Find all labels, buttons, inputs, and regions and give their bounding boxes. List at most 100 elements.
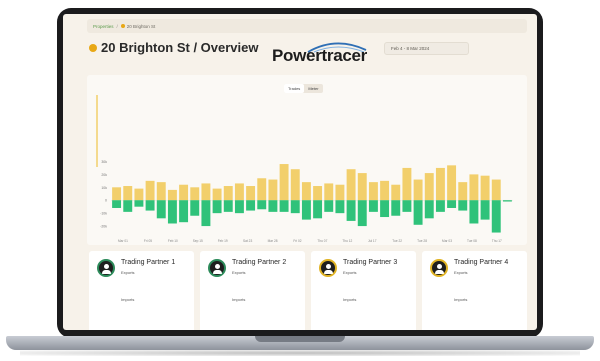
bar-negative	[279, 200, 289, 212]
bar-positive	[469, 174, 479, 201]
bar-positive	[167, 189, 177, 201]
bar-negative	[290, 200, 300, 214]
trading-partner-card-2[interactable]: Trading Partner 2 Exports Imports	[200, 251, 305, 330]
trades-bar-chart: 30k 20k 10k 0 -10k -20k Mar 01 Fri 05 Feb 10 Sep …	[96, 95, 513, 243]
imports-label: Imports	[121, 297, 135, 302]
bar-positive	[212, 188, 222, 201]
bar-negative	[480, 200, 490, 220]
bar-positive	[391, 184, 401, 201]
bar-negative	[435, 200, 445, 212]
toggle-trades[interactable]: Trades	[284, 84, 305, 93]
partner-name: Trading Partner 4	[454, 259, 509, 266]
bar-positive	[246, 186, 256, 201]
bar-positive	[134, 188, 144, 201]
partner-name: Trading Partner 1	[121, 259, 176, 266]
imports-label: Imports	[343, 297, 357, 302]
bar-negative	[335, 200, 345, 214]
bar-negative	[123, 200, 133, 212]
bar-positive	[380, 180, 390, 201]
breadcrumb-current: 20 Brighton St	[126, 23, 156, 29]
bar-positive	[301, 182, 311, 201]
bar-positive	[223, 186, 233, 201]
bar-negative	[368, 200, 378, 212]
laptop-shadow	[20, 350, 580, 356]
bar-positive	[179, 184, 189, 201]
chart-view-toggle: Trades Meter	[284, 84, 323, 93]
x-tick-label: Feb 19	[218, 239, 228, 243]
bar-negative	[346, 200, 356, 221]
exports-label: Exports	[343, 270, 357, 275]
bar-negative	[380, 200, 390, 218]
bar-negative	[201, 200, 211, 227]
y-tick-label: 10k	[101, 186, 107, 190]
bar-negative	[212, 200, 222, 214]
bar-negative	[301, 200, 311, 220]
bar-negative	[179, 200, 189, 223]
bar-positive	[346, 169, 356, 201]
bar-negative	[313, 200, 323, 219]
breadcrumb-root[interactable]: Properties	[93, 24, 114, 29]
bar-positive	[480, 175, 490, 201]
bar-negative	[257, 200, 267, 210]
x-tick-label: Sep 15	[193, 239, 203, 243]
x-tick-label: Thu 12	[342, 239, 352, 243]
bar-negative	[223, 200, 233, 212]
bar-negative	[502, 200, 512, 202]
bar-negative	[413, 200, 423, 225]
bar-negative	[469, 200, 479, 224]
x-tick-label: Tue 08	[467, 239, 477, 243]
trading-partner-card-3[interactable]: Trading Partner 3 Exports Imports	[311, 251, 416, 330]
user-icon	[319, 259, 337, 277]
y-tick-label: 0	[105, 199, 107, 203]
bar-negative	[391, 200, 401, 216]
x-tick-label: Thu 17	[492, 239, 502, 243]
bar-negative	[268, 200, 278, 212]
bar-negative	[112, 200, 122, 208]
bar-negative	[156, 200, 166, 219]
bar-positive	[156, 182, 166, 201]
bar-negative	[234, 200, 244, 214]
bar-positive	[145, 180, 155, 201]
page-title: 20 Brighton St / Overview	[101, 40, 259, 55]
bar-positive	[279, 164, 289, 201]
breadcrumb-separator: /	[116, 23, 118, 29]
bar-positive	[335, 184, 345, 201]
bar-negative	[134, 200, 144, 207]
bar-positive	[402, 167, 412, 201]
bar-positive	[190, 187, 200, 201]
bar-positive	[447, 165, 457, 201]
user-icon	[97, 259, 115, 277]
x-tick-label: Jul 17	[368, 239, 377, 243]
bar-positive	[458, 182, 468, 201]
partner-name: Trading Partner 2	[232, 259, 287, 266]
bar-negative	[458, 200, 468, 211]
bar-negative	[145, 200, 155, 211]
user-icon	[430, 259, 448, 277]
trading-partner-card-4[interactable]: Trading Partner 4 Exports Imports	[422, 251, 527, 330]
x-tick-label: Thu 07	[317, 239, 327, 243]
trading-partner-card-1[interactable]: Trading Partner 1 Exports Imports	[89, 251, 194, 330]
bar-positive	[201, 183, 211, 201]
bar-positive	[435, 167, 445, 201]
bar-negative	[424, 200, 434, 219]
bar-negative	[167, 200, 177, 224]
bar-positive	[257, 178, 267, 201]
bar-positive	[290, 169, 300, 201]
bar-negative	[402, 200, 412, 212]
exports-label: Exports	[121, 270, 135, 275]
user-icon	[208, 259, 226, 277]
y-tick-label: 20k	[101, 173, 107, 177]
y-tick-label: -20k	[100, 225, 107, 229]
imports-label: Imports	[232, 297, 246, 302]
bar-negative	[246, 200, 256, 211]
bar-positive	[491, 179, 501, 201]
date-range-picker[interactable]: Feb 4 - 8 Mar 2024	[384, 42, 469, 55]
toggle-meter[interactable]: Meter	[304, 84, 322, 93]
y-tick-label: -10k	[100, 212, 107, 216]
x-tick-label: Tue 28	[417, 239, 427, 243]
app-screen: Properties / 20 Brighton St 20 Brighton …	[63, 14, 537, 330]
x-tick-label: Tue 22	[392, 239, 402, 243]
x-tick-label: Feb 10	[168, 239, 178, 243]
bar-positive	[424, 173, 434, 201]
property-status-icon	[89, 44, 97, 52]
